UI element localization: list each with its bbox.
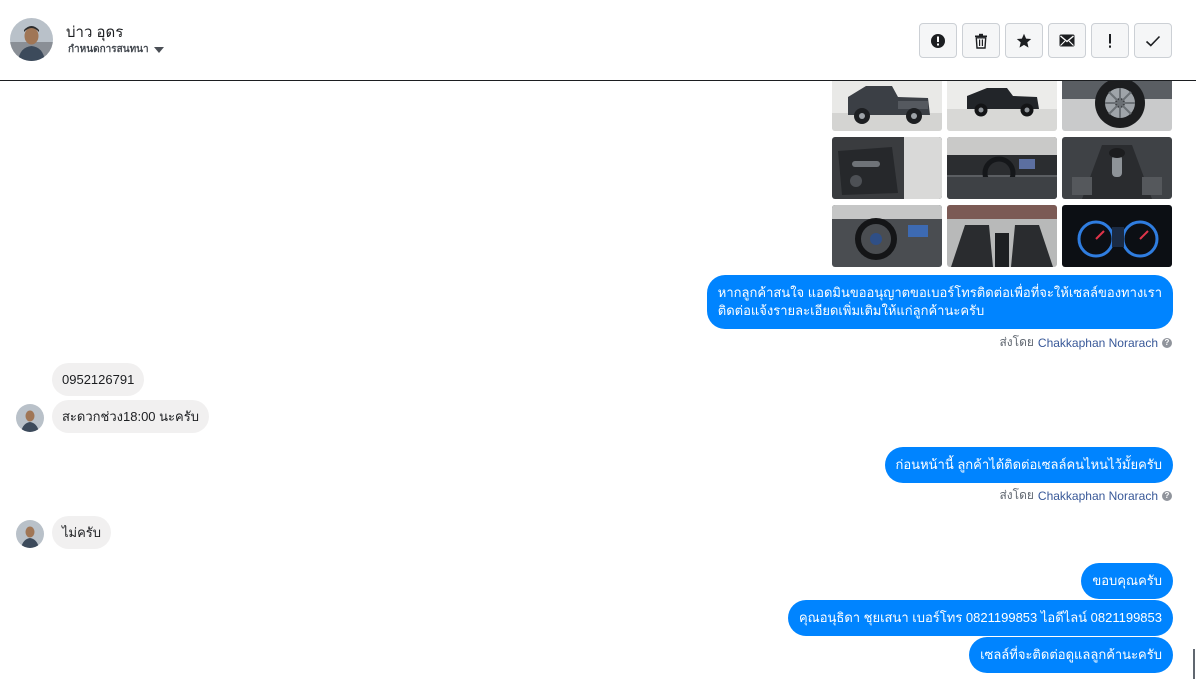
trash-icon (975, 33, 987, 49)
sent-by-agent-link[interactable]: Chakkaphan Norarach (1038, 489, 1158, 503)
star-button[interactable] (1005, 23, 1043, 58)
outgoing-message[interactable]: เซลล์ที่จะติดต่อดูแลลูกค้านะครับ (969, 637, 1173, 673)
sent-by-agent-link[interactable]: Chakkaphan Norarach (1038, 336, 1158, 350)
photo-door-interior[interactable] (832, 137, 942, 199)
photo-cabin-interior[interactable] (947, 205, 1057, 267)
contact-name[interactable]: บ่าว อุดร (66, 20, 123, 44)
outgoing-message[interactable]: ขอบคุณครับ (1081, 563, 1173, 599)
incoming-message[interactable]: ไม่ครับ (52, 516, 112, 549)
outgoing-message[interactable]: ก่อนหน้านี้ ลูกค้าได้ติดต่อเซลล์คนไหนไว้… (884, 447, 1173, 483)
photo-steering-wheel[interactable] (832, 205, 942, 267)
check-icon (1145, 35, 1161, 47)
incoming-message[interactable]: สะดวกช่วง18:00 นะครับ (52, 400, 209, 433)
scrollbar[interactable] (1193, 649, 1195, 679)
question-icon[interactable]: ? (1162, 490, 1172, 501)
follow-up-button[interactable] (1091, 23, 1129, 58)
photo-dashboard[interactable] (947, 137, 1057, 199)
contact-avatar[interactable] (10, 18, 53, 61)
mark-done-button[interactable] (1134, 23, 1172, 58)
inbox-conversation-view: บ่าว อุดร กำหนดการสนทนา หากลูกค้าสนใจ แอ… (0, 0, 1196, 679)
photo-instrument-cluster[interactable] (1062, 205, 1172, 267)
outgoing-message[interactable]: หากลูกค้าสนใจ แอดมินขออนุญาตขอเบอร์โทรติ… (706, 275, 1173, 329)
star-icon (1016, 33, 1032, 48)
mark-unread-button[interactable] (1048, 23, 1086, 58)
photo-wheel[interactable] (1062, 81, 1172, 131)
photo-pickup-truck-rear[interactable] (832, 81, 942, 131)
message-line: ติดต่อแจ้งรายละเอียดเพิ่มเติมให้แก่ลูกค้… (717, 303, 985, 318)
sent-by-prefix: ส่งโดย (999, 488, 1034, 502)
sent-by-prefix: ส่งโดย (999, 335, 1034, 349)
delete-button[interactable] (962, 23, 1000, 58)
outgoing-message[interactable]: คุณอนุธิดา ชุยเสนา เบอร์โทร 0821199853 ไ… (787, 600, 1173, 636)
photo-attachment-grid (832, 81, 1172, 267)
incoming-message[interactable]: 0952126791 (52, 363, 145, 396)
assign-conversation-label: กำหนดการสนทนา (68, 44, 149, 55)
envelope-icon (1059, 34, 1075, 47)
photo-pickup-truck-side[interactable] (947, 81, 1057, 131)
assign-conversation-dropdown[interactable]: กำหนดการสนทนา (68, 42, 164, 57)
conversation-action-toolbar (919, 23, 1172, 58)
contact-avatar-small[interactable] (16, 404, 44, 432)
caret-down-icon (153, 47, 164, 53)
exclamation-icon (1109, 33, 1111, 48)
contact-avatar-small[interactable] (16, 520, 44, 548)
alert-circle-icon (931, 33, 945, 48)
message-line: หากลูกค้าสนใจ แอดมินขออนุญาตขอเบอร์โทรติ… (717, 285, 1162, 300)
question-icon[interactable]: ? (1162, 337, 1172, 348)
sent-by-caption: ส่งโดย Chakkaphan Norarach ? (999, 486, 1172, 505)
mark-spam-button[interactable] (919, 23, 957, 58)
conversation-header: บ่าว อุดร กำหนดการสนทนา (0, 0, 1196, 81)
sent-by-caption: ส่งโดย Chakkaphan Norarach ? (999, 333, 1172, 352)
photo-gear-shift[interactable] (1062, 137, 1172, 199)
message-thread[interactable]: หากลูกค้าสนใจ แอดมินขออนุญาตขอเบอร์โทรติ… (0, 81, 1196, 679)
